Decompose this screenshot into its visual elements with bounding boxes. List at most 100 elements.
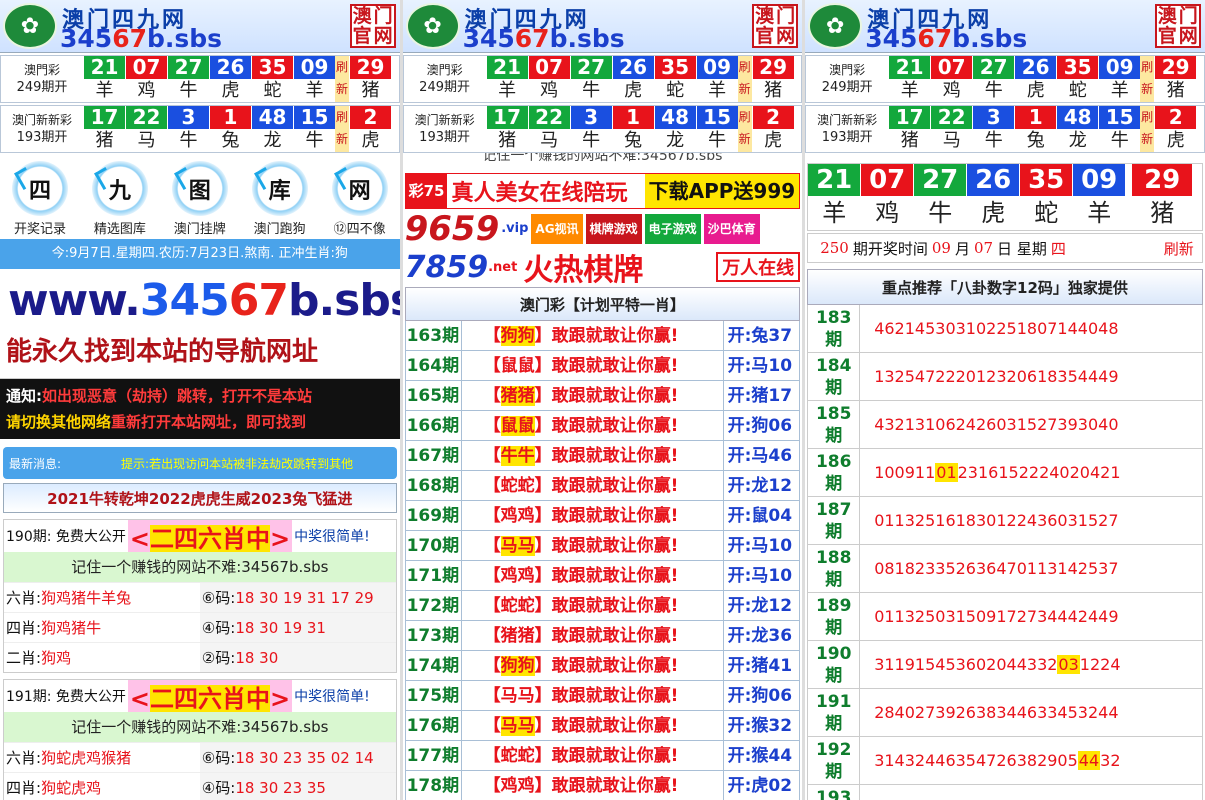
refresh-button[interactable]: 刷新	[737, 56, 752, 102]
prediction-memo: 记住一个赚钱的网站不难:34567b.sbs	[4, 552, 396, 582]
text-fragment: .vip	[501, 221, 529, 236]
nav-item-4[interactable]: 网 ⑫四不像	[322, 161, 398, 237]
text-fragment: 开:狗06	[727, 686, 793, 706]
nav-item-2[interactable]: 图澳门挂牌	[162, 161, 238, 237]
number-ball: 27 牛	[167, 56, 209, 102]
text-fragment: 345	[865, 24, 918, 53]
text-fragment: 01	[874, 607, 895, 626]
ball-zodiac: 龙	[654, 129, 696, 152]
site-url[interactable]: 34567b.sbs	[865, 24, 1027, 53]
text-fragment: ⑥码:	[201, 589, 236, 607]
ad-banner-2[interactable]: 9659 .vip AG视讯 棋牌游戏 电子游戏 沙巴体育	[405, 211, 801, 247]
text-fragment: 09 08 15 25 35 45 11 22 18 20 33 42	[860, 785, 1202, 800]
ball-zodiac: 兔	[612, 129, 654, 152]
refresh-button[interactable]: 刷新	[1140, 106, 1155, 152]
prediction-row: 六肖:狗鸡猪牛羊兔 ⑥码:18 30 19 31 17 29	[4, 582, 396, 612]
nav-item-3[interactable]: 库澳门跑狗	[242, 161, 318, 237]
refresh-link[interactable]: 刷新	[1164, 238, 1194, 259]
text-fragment: 二肖:狗鸡	[4, 643, 200, 672]
text-fragment: 39	[1057, 415, 1078, 434]
text-fragment: 04	[996, 655, 1017, 674]
refresh-button[interactable]: 刷新	[335, 56, 349, 102]
nav-icons: 四开奖记录九精选图库图澳门挂牌库澳门跑狗网 ⑫四不像	[0, 153, 400, 237]
text-fragment: 185 期	[808, 401, 861, 448]
ball-number: 17	[889, 106, 931, 129]
ball-number: 17	[84, 106, 125, 129]
text-fragment: 澳	[755, 5, 775, 27]
text-fragment: 期	[825, 714, 843, 734]
number-ball: 07 鸡	[861, 164, 915, 230]
text-fragment: 03	[1057, 655, 1080, 674]
text-fragment: 【鸡鸡】敢跟就敢让你赢!	[462, 771, 724, 800]
official-stamp[interactable]: 澳门官网	[1154, 4, 1201, 48]
ball-zodiac: 蛇	[252, 79, 293, 102]
text-fragment: 187	[815, 500, 852, 520]
ball-zodiac: 猪	[350, 79, 391, 102]
ball-number: 15	[294, 106, 335, 129]
text-fragment: 敢跟就敢让你赢!	[551, 326, 679, 346]
draw-name: 澳門彩	[23, 63, 60, 77]
large-draw-result: 21 羊 07 鸡 27 牛 26 虎 35 蛇 09 羊 29 猪	[807, 163, 1203, 231]
text-fragment: 06	[1016, 367, 1038, 386]
site-url[interactable]: 34567b.sbs	[463, 24, 625, 53]
text-fragment: ④码:	[201, 779, 236, 797]
official-stamp[interactable]: 澳门官网	[349, 4, 396, 48]
text-fragment: 49	[1098, 607, 1119, 626]
text-fragment: 09	[894, 463, 915, 482]
draw-result-draw_new: 澳门新新彩 193期开 17 猪 22 马 3 牛 1 兔 48 龙 15 牛刷新 2 虎	[805, 105, 1205, 153]
text-fragment: 13	[894, 607, 915, 626]
number-ball: 17 猪	[888, 106, 931, 152]
text-fragment: 15	[998, 463, 1019, 482]
ball-zodiac: 猪	[1155, 79, 1197, 102]
text-fragment: 通知:	[6, 387, 42, 405]
recommend-row: 189 期 01 13 25 03 15 09 17 27 34 44 24 49	[807, 593, 1203, 641]
plan-row: 178期 【鸡鸡】敢跟就敢让你赢! 开:虎02	[404, 771, 801, 800]
text-fragment: 46	[935, 751, 956, 770]
site-url[interactable]: 34567b.sbs	[60, 24, 222, 53]
refresh-button[interactable]: 刷新	[335, 106, 349, 152]
special-ball: 29 猪	[1154, 56, 1197, 102]
nav-banner[interactable]: www.34567b.sbs 能永久找到本站的导航网址	[0, 269, 400, 379]
text-fragment: 24	[914, 751, 936, 770]
nav-item-1[interactable]: 九精选图库	[82, 161, 158, 237]
text-fragment: 中奖很简单!	[294, 529, 370, 545]
refresh-button[interactable]: 刷新	[737, 106, 752, 152]
number-ball: 26 虎	[611, 56, 654, 102]
text-fragment: 186 期	[808, 449, 861, 496]
screenshot-stage: ✿ 澳门四九网 34567b.sbs 澳门官网 澳門彩 249期开 21 羊 07 鸡 27…	[0, 0, 1205, 800]
text-fragment: 36	[975, 559, 997, 578]
nav-item-0[interactable]: 四开奖记录	[2, 161, 78, 237]
number-ball: 3牛	[569, 106, 612, 152]
prediction-block: 190期: 免费大公开 <二四六肖中> 中奖很简单! 记住一个赚钱的网站不难:3456…	[3, 519, 397, 673]
text-fragment: 9659	[404, 211, 500, 247]
text-fragment: 01 13 25 16 18 30 12 24 36 03 15 27	[860, 497, 1202, 544]
text-fragment: 189 期	[808, 593, 861, 640]
text-fragment: 敢跟就敢让你赢!	[551, 686, 679, 706]
text-fragment: 24	[1039, 463, 1060, 482]
text-fragment: >	[270, 524, 291, 553]
text-fragment: 鸡鸡	[500, 506, 535, 526]
text-fragment: 190	[815, 644, 852, 664]
ad-banner-3[interactable]: 7859 .net 火热棋牌 万人在线	[405, 249, 801, 285]
official-stamp[interactable]: 澳门官网	[752, 4, 799, 48]
ball-zodiac: 兔	[210, 129, 251, 152]
text-fragment: 18 30	[235, 649, 279, 667]
text-fragment: 四肖:狗鸡猪牛	[4, 613, 200, 642]
ball-number: 1	[612, 106, 654, 129]
special-ball: 29 猪	[1132, 164, 1193, 230]
text-fragment: 31	[914, 415, 936, 434]
refresh-button[interactable]: 刷新	[1140, 56, 1155, 102]
number-ball: 09 羊	[1073, 164, 1127, 230]
news-ticker[interactable]: 最新消息: 提示:若出现访问本站被非法劫改跳转到其他	[3, 447, 397, 479]
text-fragment: ②码:	[201, 649, 236, 667]
ad-banner-1[interactable]: 彩75 真人美女在线陪玩 下载APP送999	[404, 173, 801, 209]
ball-number: 27	[973, 56, 1015, 79]
text-fragment: 03	[996, 415, 1017, 434]
text-fragment: 08	[874, 559, 895, 578]
text-fragment: 17	[996, 607, 1017, 626]
recommend-row: 183 期 46 21 45 30 31 02 25 18 07 14 40 48	[807, 305, 1203, 353]
column-home: ✿ 澳门四九网 34567b.sbs 澳门官网 澳門彩 249期开 21 羊 07 鸡 27…	[0, 0, 400, 800]
text-fragment: 11	[914, 463, 936, 482]
text-fragment: 【鸡鸡】敢跟就敢让你赢!	[462, 561, 724, 590]
number-ball: 3牛	[167, 106, 209, 152]
